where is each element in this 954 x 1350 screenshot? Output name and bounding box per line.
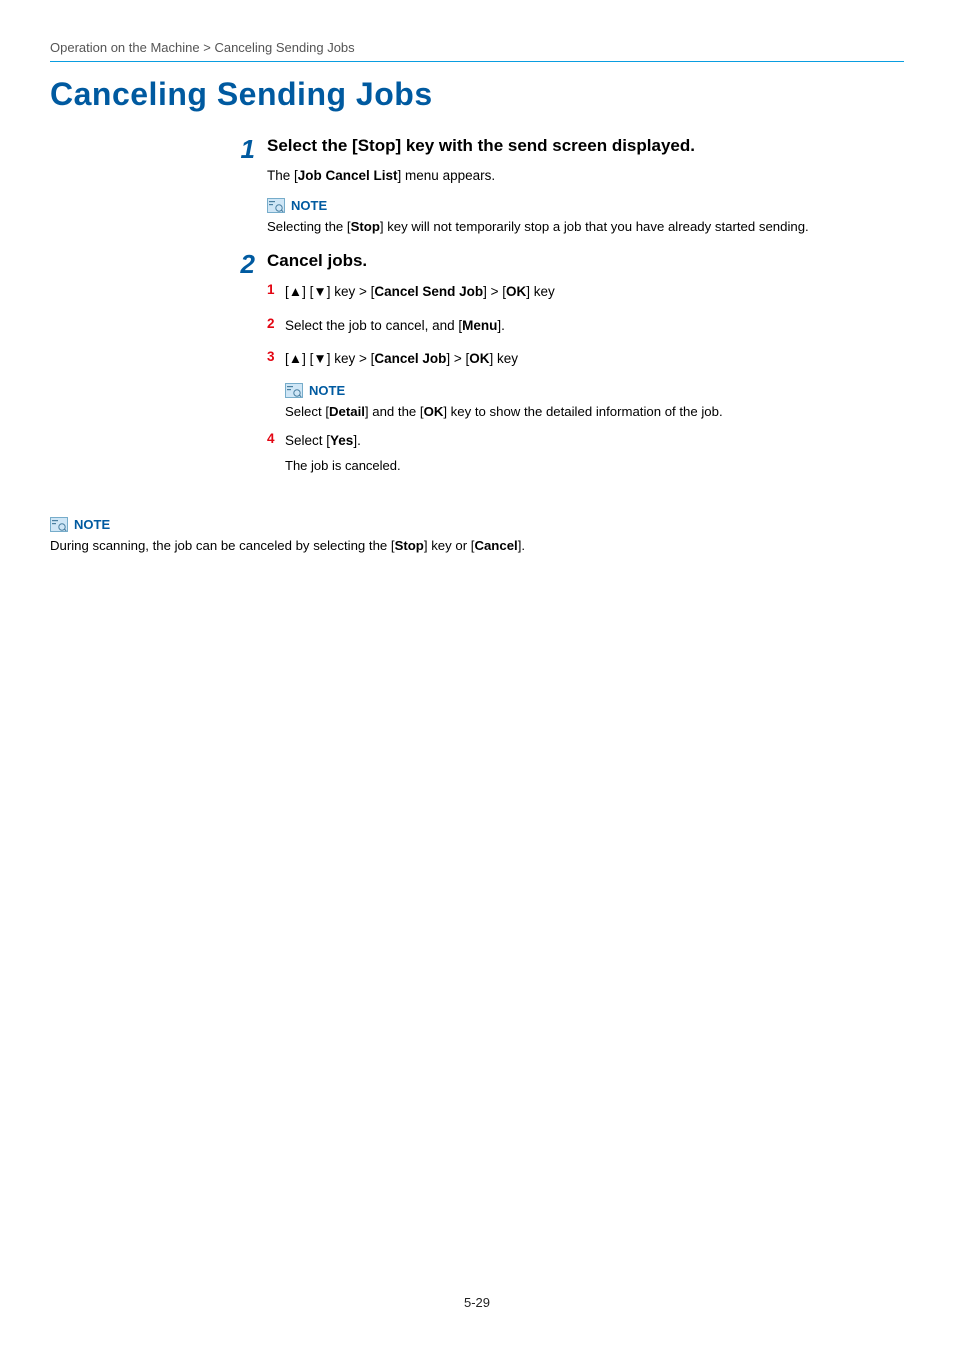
note-icon: [50, 517, 68, 532]
step-2-number: 2: [225, 250, 255, 279]
note-icon: [267, 198, 285, 213]
step-2-note: NOTE Select [Detail] and the [OK] key to…: [285, 383, 904, 421]
bottom-note-text: During scanning, the job can be canceled…: [50, 536, 904, 555]
substep-3-text: [▲] [▼] key > [Cancel Job] > [OK] key: [285, 349, 904, 369]
s1-note-post: ] key will not temporarily stop a job th…: [380, 219, 809, 234]
breadcrumb: Operation on the Machine > Canceling Sen…: [50, 40, 904, 55]
substep-2-text: Select the job to cancel, and [Menu].: [285, 316, 904, 336]
step-2-note-text: Select [Detail] and the [OK] key to show…: [285, 402, 904, 421]
step-1: 1 Select the [Stop] key with the send sc…: [225, 135, 904, 250]
step-1-lead-post: ] menu appears.: [398, 168, 496, 183]
substep-4-num: 4: [267, 431, 285, 446]
step-2: 2 Cancel jobs. 1 [▲] [▼] key > [Cancel S…: [225, 250, 904, 489]
step-1-title: Select the [Stop] key with the send scre…: [267, 135, 904, 157]
step-1-note: NOTE Selecting the [Stop] key will not t…: [267, 198, 904, 236]
header-rule: [50, 61, 904, 62]
note-label: NOTE: [309, 383, 345, 398]
step-1-lead-pre: The [: [267, 168, 298, 183]
step-1-number: 1: [225, 135, 255, 164]
substep-3-num: 3: [267, 349, 285, 364]
note-label: NOTE: [291, 198, 327, 213]
breadcrumb-section: Operation on the Machine: [50, 40, 200, 55]
substep-1-text: [▲] [▼] key > [Cancel Send Job] > [OK] k…: [285, 282, 904, 302]
substep-2-num: 2: [267, 316, 285, 331]
step-1-note-text: Selecting the [Stop] key will not tempor…: [267, 217, 904, 236]
step-1-lead-bold: Job Cancel List: [298, 168, 398, 183]
step-1-lead: The [Job Cancel List] menu appears.: [267, 167, 904, 186]
bottom-note: NOTE During scanning, the job can be can…: [50, 517, 904, 555]
substep-4-sub: The job is canceled.: [285, 457, 904, 476]
substep-4-text: Select [Yes]. The job is canceled.: [285, 431, 904, 475]
step-2-substeps-cont: 4 Select [Yes]. The job is canceled.: [267, 431, 904, 475]
s1-note-bold: Stop: [351, 219, 380, 234]
s1-note-pre: Selecting the [: [267, 219, 351, 234]
substep-4: 4 Select [Yes]. The job is canceled.: [267, 431, 904, 475]
substep-1-num: 1: [267, 282, 285, 297]
page-number: 5-29: [0, 1295, 954, 1310]
note-icon: [285, 383, 303, 398]
breadcrumb-topic: Canceling Sending Jobs: [214, 40, 354, 55]
substep-2: 2 Select the job to cancel, and [Menu].: [267, 316, 904, 336]
substep-3: 3 [▲] [▼] key > [Cancel Job] > [OK] key: [267, 349, 904, 369]
breadcrumb-sep: >: [203, 40, 211, 55]
page: Operation on the Machine > Canceling Sen…: [0, 0, 954, 1350]
note-label: NOTE: [74, 517, 110, 532]
substep-1: 1 [▲] [▼] key > [Cancel Send Job] > [OK]…: [267, 282, 904, 302]
step-2-substeps: 1 [▲] [▼] key > [Cancel Send Job] > [OK]…: [267, 282, 904, 369]
page-title: Canceling Sending Jobs: [50, 76, 904, 113]
step-2-title: Cancel jobs.: [267, 250, 904, 272]
